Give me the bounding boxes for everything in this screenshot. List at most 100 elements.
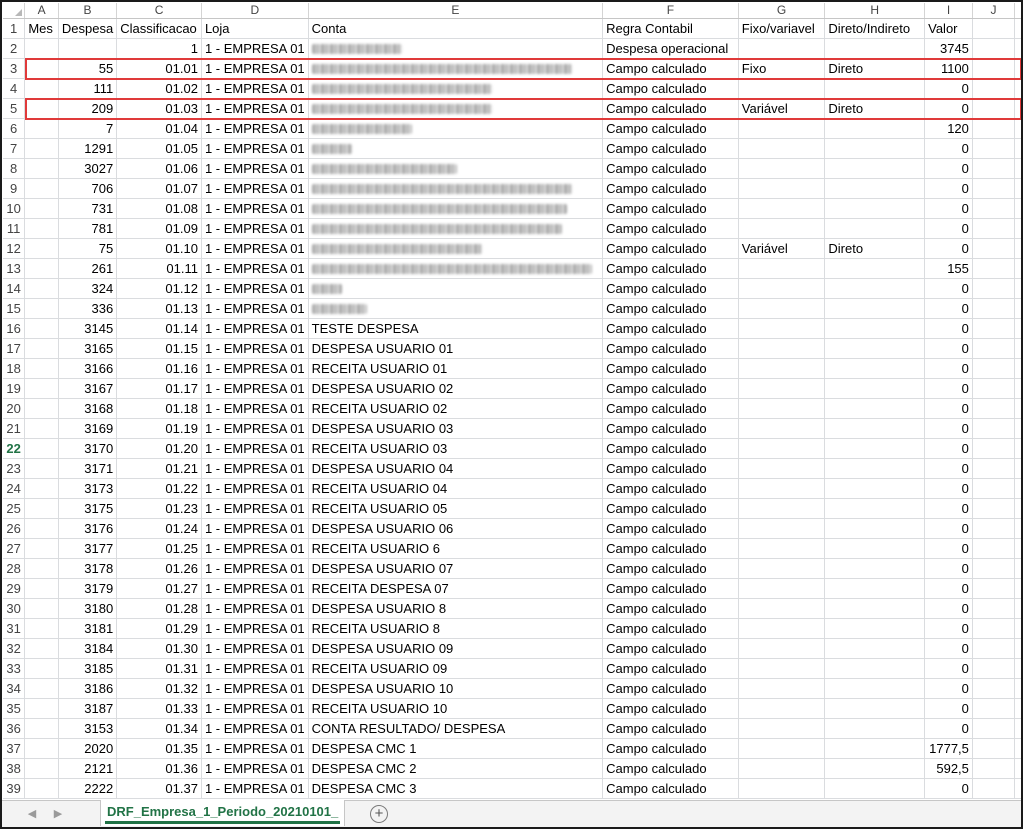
cell-a10[interactable]: [24, 198, 59, 219]
cell-g19[interactable]: [738, 378, 826, 399]
cell-b26[interactable]: 3176: [58, 518, 118, 539]
row-header[interactable]: 35: [3, 698, 26, 719]
cell-f13[interactable]: Campo calculado: [602, 258, 739, 279]
cell-b37[interactable]: 2020: [58, 738, 118, 759]
cell-e35[interactable]: RECEITA USUARIO 10: [308, 698, 604, 719]
cell-g8[interactable]: [738, 158, 826, 179]
cell-c12[interactable]: 01.10: [116, 238, 202, 259]
cell-empty[interactable]: [1014, 98, 1021, 119]
cell-h38[interactable]: [824, 758, 926, 779]
cell-d22[interactable]: 1 - EMPRESA 01: [201, 438, 309, 459]
row-header[interactable]: 37: [3, 738, 26, 759]
row-header[interactable]: 23: [3, 458, 26, 479]
cell-b5[interactable]: 209: [58, 98, 118, 119]
cell-empty[interactable]: [1014, 338, 1021, 359]
cell-c3[interactable]: 01.01: [116, 58, 202, 79]
cell-b15[interactable]: 336: [58, 298, 118, 319]
cell-j6[interactable]: [972, 118, 1016, 139]
cell-j38[interactable]: [972, 758, 1016, 779]
cell-e13[interactable]: [308, 258, 604, 279]
cell-a27[interactable]: [24, 538, 59, 559]
cell-h19[interactable]: [824, 378, 926, 399]
cell-i6[interactable]: 120: [924, 118, 973, 139]
cell-a3[interactable]: [24, 58, 59, 79]
cell-j1[interactable]: [972, 18, 1016, 39]
cell-b35[interactable]: 3187: [58, 698, 118, 719]
cell-e27[interactable]: RECEITA USUARIO 6: [308, 538, 604, 559]
cell-empty[interactable]: [1014, 638, 1021, 659]
cell-i7[interactable]: 0: [924, 138, 973, 159]
cell-a34[interactable]: [24, 678, 59, 699]
cell-h20[interactable]: [824, 398, 926, 419]
cell-h4[interactable]: [824, 78, 926, 99]
row-header[interactable]: 5: [3, 98, 26, 119]
cell-i13[interactable]: 155: [924, 258, 973, 279]
cell-a7[interactable]: [24, 138, 59, 159]
column-header-g[interactable]: G: [738, 3, 826, 19]
cell-empty[interactable]: [1014, 758, 1021, 779]
cell-d16[interactable]: 1 - EMPRESA 01: [201, 318, 309, 339]
cell-d12[interactable]: 1 - EMPRESA 01: [201, 238, 309, 259]
cell-c9[interactable]: 01.07: [116, 178, 202, 199]
cell-a29[interactable]: [24, 578, 59, 599]
cell-g33[interactable]: [738, 658, 826, 679]
cell-empty[interactable]: [1014, 438, 1021, 459]
cell-i36[interactable]: 0: [924, 718, 973, 739]
cell-empty[interactable]: [1014, 598, 1021, 619]
cell-b21[interactable]: 3169: [58, 418, 118, 439]
cell-a24[interactable]: [24, 478, 59, 499]
cell-d27[interactable]: 1 - EMPRESA 01: [201, 538, 309, 559]
cell-j27[interactable]: [972, 538, 1016, 559]
cell-c26[interactable]: 01.24: [116, 518, 202, 539]
cell-empty[interactable]: [1014, 138, 1021, 159]
cell-c28[interactable]: 01.26: [116, 558, 202, 579]
cell-g25[interactable]: [738, 498, 826, 519]
cell-c11[interactable]: 01.09: [116, 218, 202, 239]
cell-g32[interactable]: [738, 638, 826, 659]
sheet-tab-active[interactable]: DRF_Empresa_1_Periodo_20210101_: [100, 800, 346, 826]
cell-d35[interactable]: 1 - EMPRESA 01: [201, 698, 309, 719]
cell-f1[interactable]: Regra Contabil: [602, 18, 739, 39]
row-header[interactable]: 16: [3, 318, 26, 339]
cell-a2[interactable]: [24, 38, 59, 59]
cell-h26[interactable]: [824, 518, 926, 539]
cell-i27[interactable]: 0: [924, 538, 973, 559]
cell-empty[interactable]: [1014, 458, 1021, 479]
cell-i24[interactable]: 0: [924, 478, 973, 499]
cell-c39[interactable]: 01.37: [116, 778, 202, 799]
cell-c30[interactable]: 01.28: [116, 598, 202, 619]
cell-d7[interactable]: 1 - EMPRESA 01: [201, 138, 309, 159]
cell-c20[interactable]: 01.18: [116, 398, 202, 419]
cell-g9[interactable]: [738, 178, 826, 199]
cell-i28[interactable]: 0: [924, 558, 973, 579]
cell-b20[interactable]: 3168: [58, 398, 118, 419]
cell-g7[interactable]: [738, 138, 826, 159]
cell-b16[interactable]: 3145: [58, 318, 118, 339]
cell-a25[interactable]: [24, 498, 59, 519]
cell-b31[interactable]: 3181: [58, 618, 118, 639]
cell-c36[interactable]: 01.34: [116, 718, 202, 739]
cell-d4[interactable]: 1 - EMPRESA 01: [201, 78, 309, 99]
spreadsheet-grid[interactable]: ABCDEFGHIJ 1 Mes Despesa Classificacao Loja C…: [3, 3, 1021, 800]
cell-a23[interactable]: [24, 458, 59, 479]
scroll-tabs-left-icon[interactable]: ◀: [24, 807, 40, 821]
cell-c15[interactable]: 01.13: [116, 298, 202, 319]
cell-j25[interactable]: [972, 498, 1016, 519]
cell-b14[interactable]: 324: [58, 278, 118, 299]
cell-f15[interactable]: Campo calculado: [602, 298, 739, 319]
cell-j33[interactable]: [972, 658, 1016, 679]
cell-d33[interactable]: 1 - EMPRESA 01: [201, 658, 309, 679]
cell-h29[interactable]: [824, 578, 926, 599]
cell-g28[interactable]: [738, 558, 826, 579]
cell-g38[interactable]: [738, 758, 826, 779]
cell-b17[interactable]: 3165: [58, 338, 118, 359]
row-header[interactable]: 7: [3, 138, 26, 159]
cell-g37[interactable]: [738, 738, 826, 759]
cell-d10[interactable]: 1 - EMPRESA 01: [201, 198, 309, 219]
cell-a38[interactable]: [24, 758, 59, 779]
cell-a33[interactable]: [24, 658, 59, 679]
cell-h8[interactable]: [824, 158, 926, 179]
cell-a8[interactable]: [24, 158, 59, 179]
cell-empty[interactable]: [1014, 778, 1021, 799]
cell-a18[interactable]: [24, 358, 59, 379]
